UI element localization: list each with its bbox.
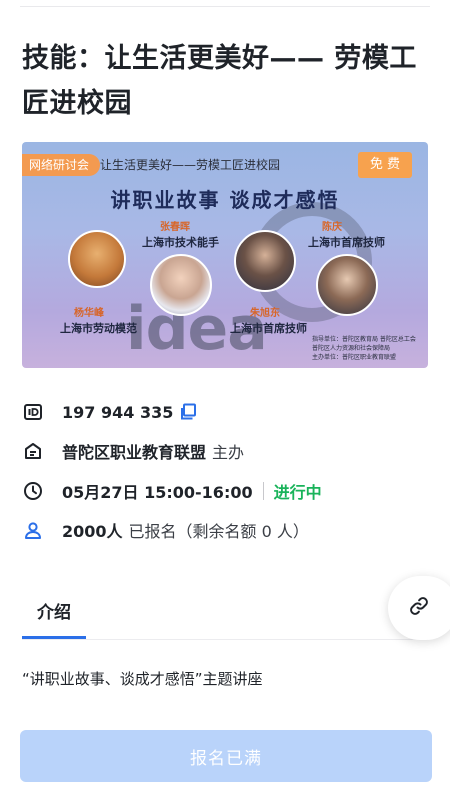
banner-mini-title: 让生活更美好——劳模工匠进校园	[100, 158, 281, 172]
id-icon	[22, 401, 44, 423]
speaker-role: 上海市技术能手	[142, 236, 219, 249]
speaker-name: 陈庆	[322, 222, 342, 233]
speaker-avatar	[150, 254, 212, 316]
speaker-role: 上海市首席技师	[308, 236, 385, 249]
organizer-row: 普陀区职业教育联盟 主办	[22, 437, 244, 465]
speaker-avatar	[68, 230, 126, 288]
event-datetime: 05月27日 15:00-16:00	[62, 483, 253, 502]
intro-text: “讲职业故事、谈成才感悟”主题讲座	[22, 670, 263, 688]
speaker-role: 上海市劳动模范	[60, 322, 137, 335]
tab-intro[interactable]: 介绍	[22, 598, 86, 623]
sponsor-line: 指导单位：普陀区教育局 普陀区总工会	[312, 336, 416, 343]
tab-divider	[22, 639, 428, 640]
event-banner[interactable]: idea 网络研讨会 让生活更美好——劳模工匠进校园 免 费 讲职业故事 谈成才…	[22, 142, 428, 368]
speaker-name: 张春晖	[160, 222, 190, 233]
datetime-row: 05月27日 15:00-16:00 进行中	[22, 477, 322, 505]
copy-icon[interactable]	[179, 403, 197, 421]
register-button[interactable]: 报名已满	[20, 730, 432, 782]
registration-row: 2000人 已报名（剩余名额 0 人）	[22, 516, 309, 544]
registered-count: 2000人	[62, 522, 123, 541]
user-icon	[22, 519, 44, 541]
sponsor-info: 指导单位：普陀区教育局 普陀区总工会 普陀区人力资源和社会保障局 主办单位：普陀…	[312, 335, 422, 362]
page-title: 技能：让生活更美好—— 劳模工匠进校园	[22, 43, 417, 119]
banner-headline: 讲职业故事 谈成才感悟	[110, 188, 340, 212]
organizer-icon	[22, 440, 44, 462]
speaker-avatar	[234, 230, 296, 292]
status-badge: 进行中	[273, 483, 322, 502]
share-link-button[interactable]	[388, 576, 450, 640]
speaker-avatar	[316, 254, 378, 316]
meeting-id-row: 197 944 335	[22, 398, 197, 426]
top-divider	[20, 6, 430, 7]
speaker-name: 杨华峰	[74, 308, 104, 319]
organizer-suffix: 主办	[212, 443, 245, 462]
meeting-id: 197 944 335	[62, 402, 174, 422]
clock-icon	[22, 480, 44, 502]
sponsor-line: 主办单位：普陀区职业教育联盟	[312, 354, 397, 361]
speaker-name: 朱旭东	[250, 308, 280, 319]
sponsor-line: 普陀区人力资源和社会保障局	[312, 345, 391, 352]
free-badge: 免 费	[358, 152, 412, 178]
link-icon	[408, 595, 430, 621]
registered-suffix: 已报名（剩余名额 0 人）	[128, 522, 309, 541]
speaker-role: 上海市首席技师	[230, 322, 307, 335]
webinar-tag: 网络研讨会	[22, 154, 100, 176]
divider	[262, 482, 264, 500]
organizer-name: 普陀区职业教育联盟	[62, 443, 207, 462]
